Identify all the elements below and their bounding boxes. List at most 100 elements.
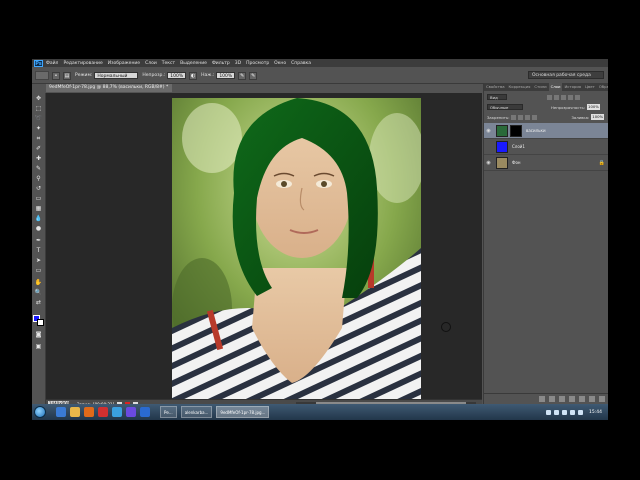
media-player-icon[interactable] (84, 407, 94, 417)
layer-row[interactable]: ◉ васильки (484, 123, 608, 139)
type-tool-icon[interactable]: T (34, 247, 43, 255)
filter-type-icon[interactable] (561, 94, 566, 100)
zoom-tool-icon[interactable]: 🔍 (34, 289, 43, 297)
dodge-tool-icon[interactable]: ● (34, 225, 43, 233)
opera-icon[interactable] (98, 407, 108, 417)
layer-style-icon[interactable] (549, 396, 555, 402)
opacity-field[interactable]: 100% (167, 72, 187, 79)
new-group-icon[interactable] (579, 396, 585, 402)
task-button[interactable]: alenkarba... (180, 406, 213, 418)
eraser-tool-icon[interactable]: ▭ (34, 195, 43, 203)
layer-name[interactable]: васильки (526, 128, 546, 133)
menu-text[interactable]: Текст (162, 61, 175, 66)
lasso-tool-icon[interactable]: ➰ (34, 115, 43, 123)
photoshop-taskbar-icon[interactable] (140, 407, 150, 417)
history-brush-tool-icon[interactable]: ↺ (34, 185, 43, 193)
background-color-swatch[interactable] (37, 319, 44, 326)
marquee-tool-icon[interactable]: ⬚ (34, 105, 43, 113)
visibility-eye-icon[interactable]: ◉ (484, 160, 493, 166)
brush-panel-icon[interactable]: ▤ (63, 71, 71, 80)
task-button-active[interactable]: 9edMfeOf-1pr-78.jpg... (216, 406, 270, 418)
filter-adjust-icon[interactable] (554, 94, 559, 100)
healing-tool-icon[interactable]: ✚ (34, 155, 43, 163)
mode-select[interactable]: Нормальный (94, 72, 139, 79)
link-layers-icon[interactable] (539, 396, 545, 402)
adjustment-layer-icon[interactable] (569, 396, 575, 402)
clone-stamp-tool-icon[interactable]: ⚲ (34, 175, 43, 183)
tray-network-icon[interactable] (554, 409, 560, 415)
quick-mask-icon[interactable]: ◙ (34, 331, 43, 339)
menu-select[interactable]: Выделение (180, 61, 207, 66)
screen-mode-icon[interactable]: ▣ (34, 343, 43, 351)
tab-history[interactable]: История (562, 83, 583, 91)
visibility-eye-icon[interactable]: ◉ (484, 128, 493, 134)
lock-pixels-icon[interactable] (518, 114, 524, 120)
tab-properties[interactable]: Свойства (484, 83, 507, 91)
tab-color[interactable]: Цвет (583, 83, 597, 91)
document-photo[interactable] (172, 98, 421, 399)
gradient-tool-icon[interactable]: ▦ (34, 205, 43, 213)
tray-flag-icon[interactable] (570, 409, 576, 415)
filter-pixel-icon[interactable] (547, 94, 552, 100)
workspace-select[interactable]: Основная рабочая среда (528, 71, 604, 79)
eyedropper-tool-icon[interactable]: ✐ (34, 145, 43, 153)
brush-size-icon[interactable]: • (52, 71, 60, 80)
skype-icon[interactable] (112, 407, 122, 417)
brush-preset-icon[interactable] (35, 71, 49, 80)
shape-tool-icon[interactable]: ▭ (34, 267, 43, 275)
lock-all-icon[interactable] (532, 114, 538, 120)
brush-tool-icon[interactable]: ✎ (34, 165, 43, 173)
filter-shape-icon[interactable] (568, 94, 573, 100)
lock-position-icon[interactable] (525, 114, 531, 120)
menu-help[interactable]: Справка (291, 61, 311, 66)
path-select-tool-icon[interactable]: ➤ (34, 257, 43, 265)
quick-select-tool-icon[interactable]: ✦ (34, 125, 43, 133)
app-icon[interactable] (126, 407, 136, 417)
pressure-size-icon[interactable]: ✎ (249, 71, 258, 80)
layer-mask-thumbnail[interactable] (510, 124, 522, 137)
explorer-icon[interactable] (70, 407, 80, 417)
tab-layers[interactable]: Слои (548, 83, 563, 91)
move-tool-icon[interactable]: ✥ (34, 95, 43, 103)
ie-icon[interactable] (56, 407, 66, 417)
hand-tool-icon[interactable]: ✋ (34, 279, 43, 287)
menu-window[interactable]: Окно (274, 61, 286, 66)
delete-layer-icon[interactable] (599, 396, 605, 402)
layer-row[interactable]: Слой1 (484, 139, 608, 155)
add-mask-icon[interactable] (559, 396, 565, 402)
blur-tool-icon[interactable]: 💧 (34, 215, 43, 223)
task-button[interactable]: Ре... (160, 406, 177, 418)
menu-layers[interactable]: Слои (145, 61, 157, 66)
swap-colors-icon[interactable]: ⇄ (34, 299, 43, 307)
tray-language-icon[interactable] (546, 409, 552, 415)
pen-tool-icon[interactable]: ✒ (34, 237, 43, 245)
pressure-opacity-icon[interactable]: ◐ (189, 71, 198, 80)
document-tab[interactable]: 9edMfeOf-1pr-78.jpg @ 88,7% (васильки, R… (46, 84, 172, 92)
filter-smart-icon[interactable] (575, 94, 580, 100)
tab-swatches[interactable]: Образцы (597, 83, 608, 91)
layer-opacity-field[interactable]: 100% (587, 104, 600, 110)
menu-view[interactable]: Просмотр (246, 61, 269, 66)
menu-file[interactable]: Файл (46, 61, 58, 66)
crop-tool-icon[interactable]: ⌗ (34, 135, 43, 143)
new-layer-icon[interactable] (589, 396, 595, 402)
menu-filter[interactable]: Фильтр (212, 61, 230, 66)
menu-3d[interactable]: 3D (235, 61, 241, 66)
tray-volume-icon[interactable] (562, 409, 568, 415)
blend-mode-select[interactable]: Обычные (487, 104, 523, 110)
fill-field[interactable]: 100% (591, 114, 605, 120)
tray-battery-icon[interactable] (578, 409, 584, 415)
layer-filter-kind[interactable]: Вид (487, 94, 507, 100)
tab-adjustments[interactable]: Коррекция (507, 83, 533, 91)
lock-transparent-icon[interactable] (511, 114, 517, 120)
layer-name[interactable]: Фон (512, 160, 521, 165)
canvas-area[interactable] (46, 93, 482, 399)
menu-edit[interactable]: Редактирование (63, 61, 102, 66)
clock[interactable]: 15:44 (589, 410, 602, 415)
layer-name[interactable]: Слой1 (512, 144, 525, 149)
layer-row[interactable]: ◉ Фон 🔒 (484, 155, 608, 171)
tab-styles[interactable]: Стили (532, 83, 548, 91)
flow-field[interactable]: 100% (216, 72, 236, 79)
airbrush-icon[interactable]: ✎ (238, 71, 247, 80)
menu-image[interactable]: Изображение (108, 61, 140, 66)
